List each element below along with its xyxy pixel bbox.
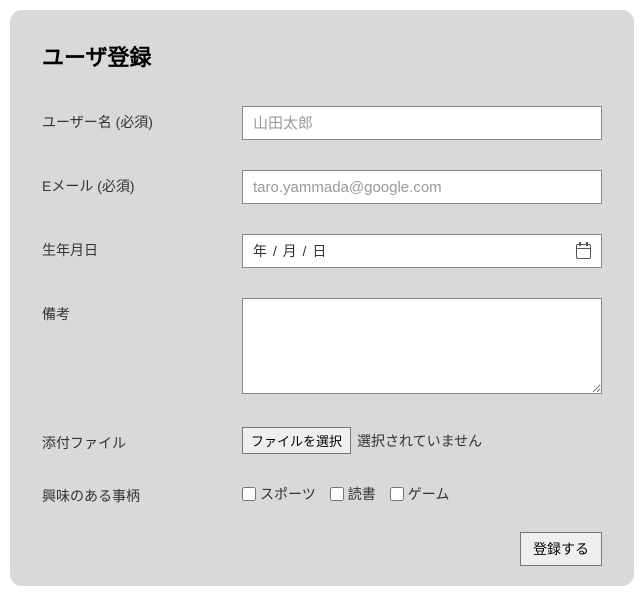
checkbox-reading-input[interactable] <box>330 487 344 501</box>
checkbox-sports[interactable]: スポーツ <box>242 484 316 504</box>
registration-panel: ユーザ登録 ユーザー名 (必須) Eメール (必須) 生年月日 年 / 月 / … <box>10 10 634 586</box>
checkbox-game-input[interactable] <box>390 487 404 501</box>
email-input[interactable] <box>242 170 602 204</box>
birth-date-display: 年 / 月 / 日 <box>253 241 327 261</box>
checkbox-game[interactable]: ゲーム <box>390 484 450 504</box>
submit-button[interactable]: 登録する <box>520 532 602 566</box>
checkbox-sports-label: スポーツ <box>260 484 316 504</box>
row-username: ユーザー名 (必須) <box>42 106 602 140</box>
row-birth: 生年月日 年 / 月 / 日 <box>42 234 602 268</box>
calendar-icon[interactable] <box>576 244 591 259</box>
page-title: ユーザ登録 <box>42 40 602 72</box>
row-notes: 備考 <box>42 298 602 397</box>
label-birth: 生年月日 <box>42 234 242 260</box>
file-status-text: 選択されていません <box>357 431 482 451</box>
row-email: Eメール (必須) <box>42 170 602 204</box>
row-attach: 添付ファイル ファイルを選択 選択されていません <box>42 427 602 454</box>
username-input[interactable] <box>242 106 602 140</box>
label-notes: 備考 <box>42 298 242 324</box>
checkbox-sports-input[interactable] <box>242 487 256 501</box>
checkbox-game-label: ゲーム <box>408 484 450 504</box>
notes-textarea[interactable] <box>242 298 602 394</box>
file-select-button[interactable]: ファイルを選択 <box>242 427 351 454</box>
label-username: ユーザー名 (必須) <box>42 106 242 132</box>
label-email: Eメール (必須) <box>42 170 242 196</box>
label-attach: 添付ファイル <box>42 427 242 453</box>
checkbox-reading[interactable]: 読書 <box>330 484 376 504</box>
birth-date-input[interactable]: 年 / 月 / 日 <box>242 234 602 268</box>
row-interests: 興味のある事柄 スポーツ 読書 ゲーム <box>42 480 602 506</box>
checkbox-reading-label: 読書 <box>348 484 376 504</box>
label-interests: 興味のある事柄 <box>42 480 242 506</box>
